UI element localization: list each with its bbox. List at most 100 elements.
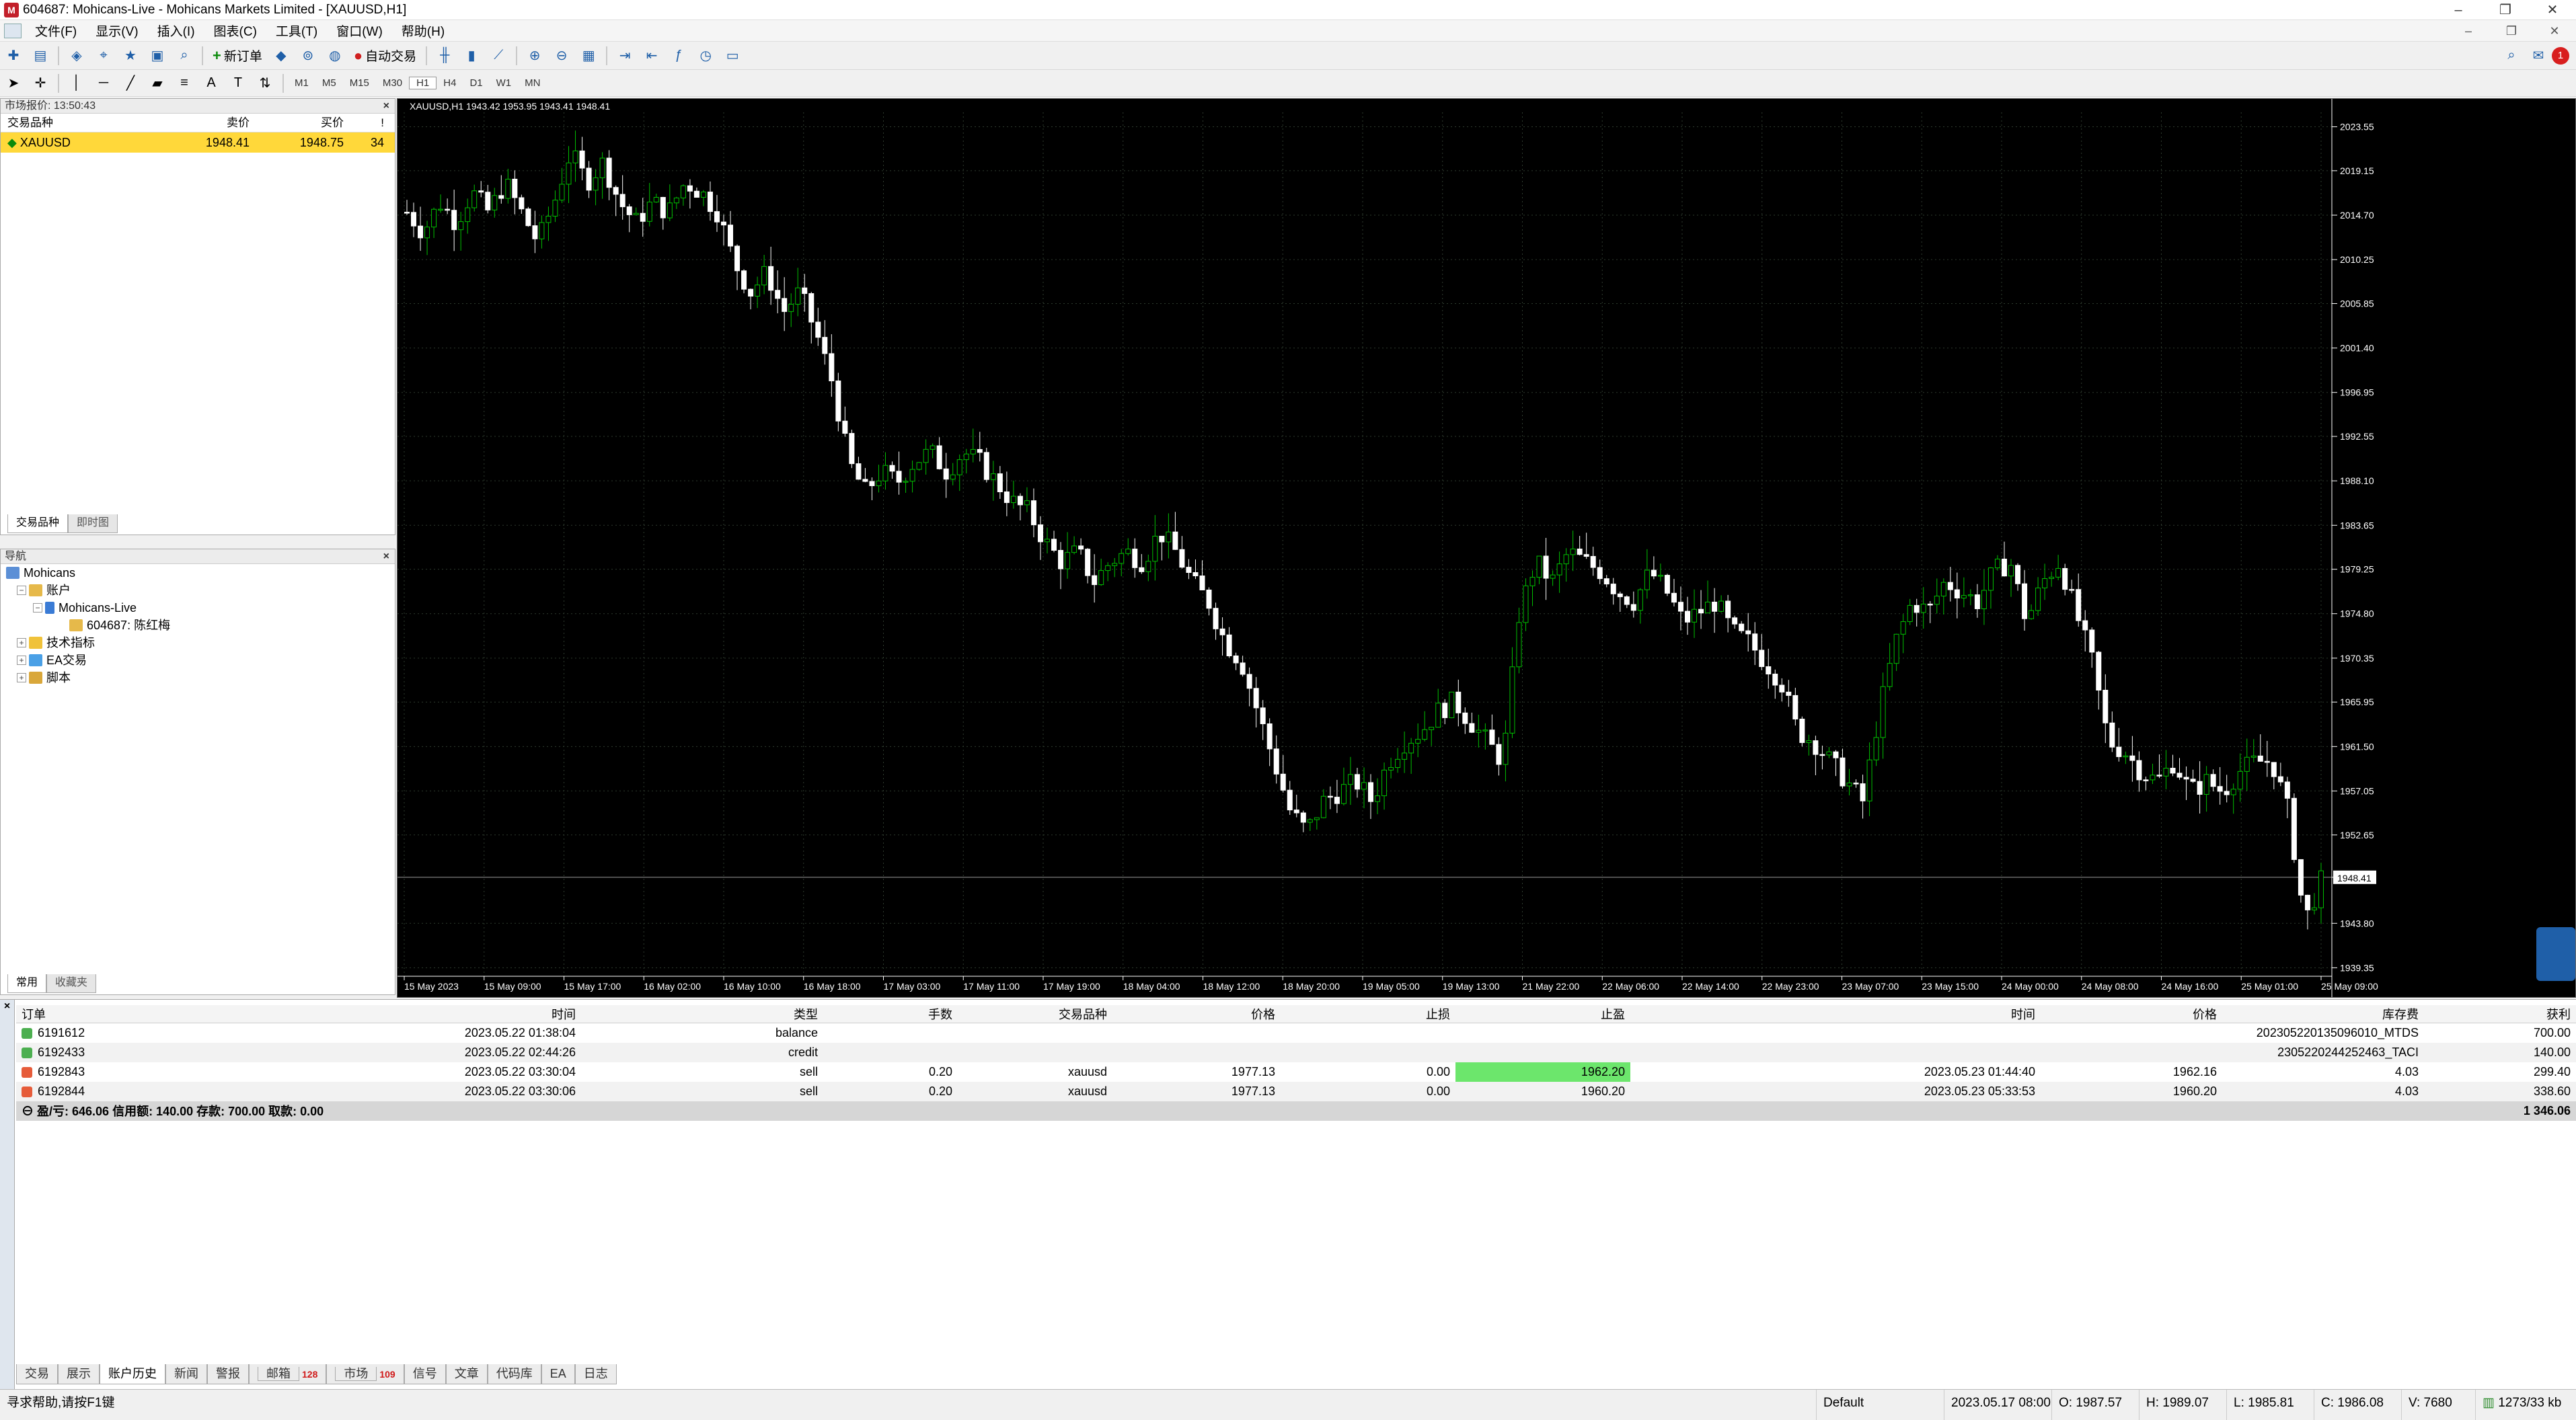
trendline-icon[interactable]: ╱ <box>119 73 142 93</box>
col-symbol[interactable]: 交易品种 <box>958 1005 1112 1023</box>
timeframe-m15[interactable]: M15 <box>343 77 376 89</box>
horizontal-line-icon[interactable]: ─ <box>92 73 115 93</box>
data-window-icon[interactable]: ⌖ <box>92 46 115 66</box>
market-watch-row[interactable]: ◆ XAUUSD 1948.41 1948.75 34 <box>1 132 395 153</box>
tab-common[interactable]: 常用 <box>7 974 47 993</box>
col-order[interactable]: 订单 <box>16 1005 238 1023</box>
table-row[interactable]: 6192843 2023.05.22 03:30:04 sell 0.20 xa… <box>16 1062 2576 1082</box>
tab-tick-chart[interactable]: 即时图 <box>68 514 118 533</box>
col-lots[interactable]: 手数 <box>823 1005 958 1023</box>
tab-trade[interactable]: 交易 <box>16 1364 58 1384</box>
status-profile[interactable]: Default <box>1816 1390 1864 1420</box>
col-price[interactable]: 价格 <box>1112 1005 1281 1023</box>
col-time[interactable]: 时间 <box>238 1005 581 1023</box>
col-close-time[interactable]: 时间 <box>1630 1005 2041 1023</box>
tab-journal[interactable]: 日志 <box>574 1364 617 1384</box>
time-axis[interactable]: 15 May 2023 15 May 09:00 15 May 17:00 16 Ma… <box>397 976 2378 992</box>
tab-signals[interactable]: 信号 <box>404 1364 446 1384</box>
tab-news[interactable]: 新闻 <box>165 1364 207 1384</box>
timeframe-m5[interactable]: M5 <box>315 77 343 89</box>
tree-indicators[interactable]: + 技术指标 <box>6 634 395 652</box>
fibonacci-icon[interactable]: ≡ <box>173 73 196 93</box>
templates-icon[interactable]: ▭ <box>721 46 744 66</box>
notification-badge[interactable]: 1 <box>2552 46 2569 65</box>
tab-symbols[interactable]: 交易品种 <box>7 514 69 533</box>
menu-view[interactable]: 显示(V) <box>86 22 147 40</box>
chat-icon[interactable]: ✉ <box>2527 46 2550 66</box>
collapse-icon[interactable]: − <box>33 603 42 613</box>
menu-file[interactable]: 文件(F) <box>26 22 86 40</box>
expand-icon[interactable]: + <box>17 673 26 682</box>
timeframe-m1[interactable]: M1 <box>288 77 315 89</box>
tree-account[interactable]: 604687: 陈红梅 <box>6 617 395 634</box>
indicators-icon[interactable]: ƒ <box>667 46 690 66</box>
new-order-button[interactable]: + 新订单 <box>207 46 268 66</box>
child-restore-button[interactable]: ❐ <box>2490 20 2533 42</box>
arrows-icon[interactable]: ⇅ <box>254 73 276 93</box>
table-row[interactable]: 6192844 2023.05.22 03:30:06 sell 0.20 xa… <box>16 1081 2576 1101</box>
menu-charts[interactable]: 图表(C) <box>204 22 266 40</box>
tree-root[interactable]: Mohicans <box>6 564 395 582</box>
column-spread[interactable]: ! <box>344 114 384 132</box>
collapse-icon[interactable]: ⊖ <box>22 1105 37 1118</box>
menu-window[interactable]: 窗口(W) <box>327 22 392 40</box>
candlestick-icon[interactable]: ▮ <box>460 46 483 66</box>
col-sl[interactable]: 止损 <box>1281 1005 1455 1023</box>
minimize-button[interactable]: – <box>2435 0 2482 20</box>
bar-chart-icon[interactable]: ╫ <box>433 46 456 66</box>
channel-icon[interactable]: ▰ <box>146 73 169 93</box>
tab-exposure[interactable]: 展示 <box>58 1364 100 1384</box>
col-tp[interactable]: 止盈 <box>1455 1005 1630 1023</box>
column-bid[interactable]: 卖价 <box>189 114 250 132</box>
market-icon[interactable]: ◍ <box>324 46 346 66</box>
profiles-icon[interactable]: ▤ <box>29 46 52 66</box>
zoom-in-icon[interactable]: ⊕ <box>523 46 546 66</box>
timeframe-m30[interactable]: M30 <box>376 77 409 89</box>
tab-articles[interactable]: 文章 <box>445 1364 488 1384</box>
tree-accounts[interactable]: − 账户 <box>6 582 395 599</box>
table-row[interactable]: 6192433 2023.05.22 02:44:26 credit 23052… <box>16 1042 2576 1062</box>
text-icon[interactable]: A <box>200 73 223 93</box>
tab-code-base[interactable]: 代码库 <box>487 1364 541 1384</box>
child-close-button[interactable]: ✕ <box>2533 20 2576 42</box>
autoscroll-icon[interactable]: ⇤ <box>640 46 663 66</box>
market-watch-icon[interactable]: ◈ <box>65 46 88 66</box>
close-icon[interactable]: × <box>383 99 389 114</box>
tab-account-history[interactable]: 账户历史 <box>100 1364 165 1384</box>
tree-scripts[interactable]: + 脚本 <box>6 669 395 686</box>
price-chart[interactable]: 2023.55 2019.15 2014.70 2010.25 2005.85 2001.… <box>397 99 2575 997</box>
menu-help[interactable]: 帮助(H) <box>392 22 454 40</box>
navigator-icon[interactable]: ★ <box>119 46 142 66</box>
timeframe-w1[interactable]: W1 <box>490 77 519 89</box>
column-ask[interactable]: 买价 <box>250 114 344 132</box>
close-icon[interactable]: × <box>0 1000 14 1013</box>
close-button[interactable]: ✕ <box>2529 0 2576 20</box>
metaeditor-icon[interactable]: ◆ <box>270 46 293 66</box>
timeframe-h1[interactable]: H1 <box>409 77 437 89</box>
periods-icon[interactable]: ◷ <box>694 46 717 66</box>
child-minimize-button[interactable]: – <box>2447 20 2490 42</box>
tree-experts[interactable]: + EA交易 <box>6 652 395 669</box>
price-axis[interactable]: 2023.55 2019.15 2014.70 2010.25 2005.85 2001.… <box>2331 99 2376 997</box>
col-close-price[interactable]: 价格 <box>2041 1005 2222 1023</box>
timeframe-d1[interactable]: D1 <box>463 77 489 89</box>
chart-window[interactable]: 2023.55 2019.15 2014.70 2010.25 2005.85 2001.… <box>397 98 2576 998</box>
one-click-panel-tab[interactable] <box>2536 927 2575 981</box>
tile-windows-icon[interactable]: ▦ <box>577 46 600 66</box>
expand-icon[interactable]: + <box>17 656 26 665</box>
vertical-line-icon[interactable]: │ <box>65 73 88 93</box>
auto-trading-button[interactable]: ● 自动交易 <box>348 46 422 66</box>
restore-button[interactable]: ❐ <box>2482 0 2529 20</box>
cursor-icon[interactable]: ➤ <box>2 73 25 93</box>
signals-icon[interactable]: ⊚ <box>297 46 319 66</box>
crosshair-icon[interactable]: ✛ <box>29 73 52 93</box>
line-chart-icon[interactable]: ⟋ <box>487 46 510 66</box>
table-row[interactable]: 6191612 2023.05.22 01:38:04 balance 2023… <box>16 1023 2576 1043</box>
timeframe-mn[interactable]: MN <box>518 77 547 89</box>
chart-shift-icon[interactable]: ⇥ <box>613 46 636 66</box>
col-profit[interactable]: 获利 <box>2424 1005 2576 1023</box>
col-type[interactable]: 类型 <box>581 1005 823 1023</box>
tab-alerts[interactable]: 警报 <box>207 1364 249 1384</box>
tree-server[interactable]: − Mohicans-Live <box>6 599 395 617</box>
strategy-tester-icon[interactable]: ⌕ <box>173 46 196 66</box>
